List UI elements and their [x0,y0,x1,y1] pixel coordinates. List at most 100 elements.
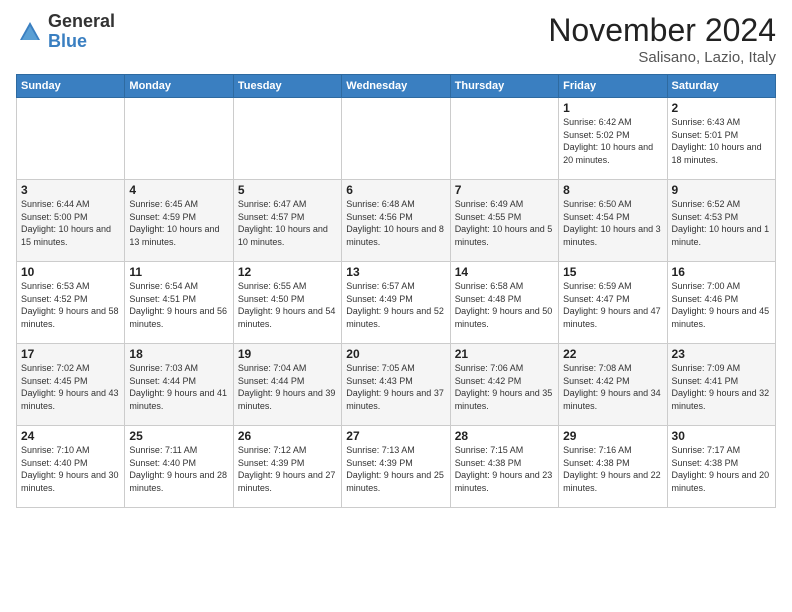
page-container: General Blue November 2024 Salisano, Laz… [0,0,792,516]
calendar-cell-2-1: 11Sunrise: 6:54 AM Sunset: 4:51 PM Dayli… [125,262,233,344]
day-info: Sunrise: 6:49 AM Sunset: 4:55 PM Dayligh… [455,198,554,248]
header-sunday: Sunday [17,75,125,98]
day-number: 21 [455,347,554,361]
calendar-cell-4-0: 24Sunrise: 7:10 AM Sunset: 4:40 PM Dayli… [17,426,125,508]
calendar-cell-2-6: 16Sunrise: 7:00 AM Sunset: 4:46 PM Dayli… [667,262,775,344]
day-number: 12 [238,265,337,279]
calendar-cell-1-4: 7Sunrise: 6:49 AM Sunset: 4:55 PM Daylig… [450,180,558,262]
day-info: Sunrise: 7:10 AM Sunset: 4:40 PM Dayligh… [21,444,120,494]
calendar-cell-0-2 [233,98,341,180]
day-info: Sunrise: 6:58 AM Sunset: 4:48 PM Dayligh… [455,280,554,330]
day-number: 22 [563,347,662,361]
header-friday: Friday [559,75,667,98]
day-number: 10 [21,265,120,279]
calendar-week-1: 3Sunrise: 6:44 AM Sunset: 5:00 PM Daylig… [17,180,776,262]
day-number: 6 [346,183,445,197]
day-info: Sunrise: 7:17 AM Sunset: 4:38 PM Dayligh… [672,444,771,494]
logo-text: General Blue [48,12,115,52]
day-info: Sunrise: 7:05 AM Sunset: 4:43 PM Dayligh… [346,362,445,412]
calendar-cell-0-5: 1Sunrise: 6:42 AM Sunset: 5:02 PM Daylig… [559,98,667,180]
day-info: Sunrise: 7:00 AM Sunset: 4:46 PM Dayligh… [672,280,771,330]
day-number: 7 [455,183,554,197]
calendar-cell-4-6: 30Sunrise: 7:17 AM Sunset: 4:38 PM Dayli… [667,426,775,508]
calendar-cell-2-3: 13Sunrise: 6:57 AM Sunset: 4:49 PM Dayli… [342,262,450,344]
day-number: 2 [672,101,771,115]
day-number: 1 [563,101,662,115]
day-number: 3 [21,183,120,197]
day-info: Sunrise: 7:03 AM Sunset: 4:44 PM Dayligh… [129,362,228,412]
day-number: 15 [563,265,662,279]
day-number: 23 [672,347,771,361]
calendar-cell-3-3: 20Sunrise: 7:05 AM Sunset: 4:43 PM Dayli… [342,344,450,426]
calendar-cell-4-5: 29Sunrise: 7:16 AM Sunset: 4:38 PM Dayli… [559,426,667,508]
logo-blue: Blue [48,31,87,51]
calendar-cell-3-4: 21Sunrise: 7:06 AM Sunset: 4:42 PM Dayli… [450,344,558,426]
day-info: Sunrise: 7:15 AM Sunset: 4:38 PM Dayligh… [455,444,554,494]
calendar-cell-2-2: 12Sunrise: 6:55 AM Sunset: 4:50 PM Dayli… [233,262,341,344]
location: Salisano, Lazio, Italy [548,49,776,66]
calendar-cell-3-1: 18Sunrise: 7:03 AM Sunset: 4:44 PM Dayli… [125,344,233,426]
day-number: 30 [672,429,771,443]
calendar-cell-4-3: 27Sunrise: 7:13 AM Sunset: 4:39 PM Dayli… [342,426,450,508]
day-number: 25 [129,429,228,443]
day-info: Sunrise: 6:45 AM Sunset: 4:59 PM Dayligh… [129,198,228,248]
header-saturday: Saturday [667,75,775,98]
day-info: Sunrise: 6:42 AM Sunset: 5:02 PM Dayligh… [563,116,662,166]
day-info: Sunrise: 6:54 AM Sunset: 4:51 PM Dayligh… [129,280,228,330]
calendar-table: SundayMondayTuesdayWednesdayThursdayFrid… [16,74,776,508]
day-info: Sunrise: 6:43 AM Sunset: 5:01 PM Dayligh… [672,116,771,166]
calendar-cell-4-1: 25Sunrise: 7:11 AM Sunset: 4:40 PM Dayli… [125,426,233,508]
day-number: 29 [563,429,662,443]
calendar-cell-1-0: 3Sunrise: 6:44 AM Sunset: 5:00 PM Daylig… [17,180,125,262]
header-tuesday: Tuesday [233,75,341,98]
calendar-cell-2-5: 15Sunrise: 6:59 AM Sunset: 4:47 PM Dayli… [559,262,667,344]
month-title: November 2024 [548,12,776,49]
day-info: Sunrise: 6:53 AM Sunset: 4:52 PM Dayligh… [21,280,120,330]
logo: General Blue [16,12,115,52]
day-info: Sunrise: 7:04 AM Sunset: 4:44 PM Dayligh… [238,362,337,412]
day-number: 5 [238,183,337,197]
calendar-cell-1-5: 8Sunrise: 6:50 AM Sunset: 4:54 PM Daylig… [559,180,667,262]
day-info: Sunrise: 6:47 AM Sunset: 4:57 PM Dayligh… [238,198,337,248]
calendar-cell-0-3 [342,98,450,180]
day-number: 27 [346,429,445,443]
day-info: Sunrise: 7:02 AM Sunset: 4:45 PM Dayligh… [21,362,120,412]
day-info: Sunrise: 7:13 AM Sunset: 4:39 PM Dayligh… [346,444,445,494]
day-info: Sunrise: 6:48 AM Sunset: 4:56 PM Dayligh… [346,198,445,248]
calendar-cell-0-6: 2Sunrise: 6:43 AM Sunset: 5:01 PM Daylig… [667,98,775,180]
day-info: Sunrise: 6:50 AM Sunset: 4:54 PM Dayligh… [563,198,662,248]
header-thursday: Thursday [450,75,558,98]
day-number: 28 [455,429,554,443]
calendar-cell-0-1 [125,98,233,180]
day-info: Sunrise: 7:08 AM Sunset: 4:42 PM Dayligh… [563,362,662,412]
day-number: 14 [455,265,554,279]
day-info: Sunrise: 6:52 AM Sunset: 4:53 PM Dayligh… [672,198,771,248]
day-number: 17 [21,347,120,361]
calendar-cell-1-1: 4Sunrise: 6:45 AM Sunset: 4:59 PM Daylig… [125,180,233,262]
calendar-cell-3-0: 17Sunrise: 7:02 AM Sunset: 4:45 PM Dayli… [17,344,125,426]
day-info: Sunrise: 7:16 AM Sunset: 4:38 PM Dayligh… [563,444,662,494]
calendar-cell-2-0: 10Sunrise: 6:53 AM Sunset: 4:52 PM Dayli… [17,262,125,344]
calendar-week-0: 1Sunrise: 6:42 AM Sunset: 5:02 PM Daylig… [17,98,776,180]
calendar-cell-1-2: 5Sunrise: 6:47 AM Sunset: 4:57 PM Daylig… [233,180,341,262]
page-header: General Blue November 2024 Salisano, Laz… [16,12,776,66]
day-number: 11 [129,265,228,279]
day-number: 8 [563,183,662,197]
day-number: 26 [238,429,337,443]
calendar-week-3: 17Sunrise: 7:02 AM Sunset: 4:45 PM Dayli… [17,344,776,426]
header-monday: Monday [125,75,233,98]
day-info: Sunrise: 6:59 AM Sunset: 4:47 PM Dayligh… [563,280,662,330]
calendar-cell-0-4 [450,98,558,180]
day-number: 16 [672,265,771,279]
day-info: Sunrise: 7:11 AM Sunset: 4:40 PM Dayligh… [129,444,228,494]
day-info: Sunrise: 7:06 AM Sunset: 4:42 PM Dayligh… [455,362,554,412]
calendar-header-row: SundayMondayTuesdayWednesdayThursdayFrid… [17,75,776,98]
title-block: November 2024 Salisano, Lazio, Italy [548,12,776,66]
calendar-week-2: 10Sunrise: 6:53 AM Sunset: 4:52 PM Dayli… [17,262,776,344]
calendar-cell-3-6: 23Sunrise: 7:09 AM Sunset: 4:41 PM Dayli… [667,344,775,426]
calendar-cell-0-0 [17,98,125,180]
calendar-cell-3-5: 22Sunrise: 7:08 AM Sunset: 4:42 PM Dayli… [559,344,667,426]
day-number: 13 [346,265,445,279]
calendar-cell-3-2: 19Sunrise: 7:04 AM Sunset: 4:44 PM Dayli… [233,344,341,426]
day-info: Sunrise: 6:57 AM Sunset: 4:49 PM Dayligh… [346,280,445,330]
